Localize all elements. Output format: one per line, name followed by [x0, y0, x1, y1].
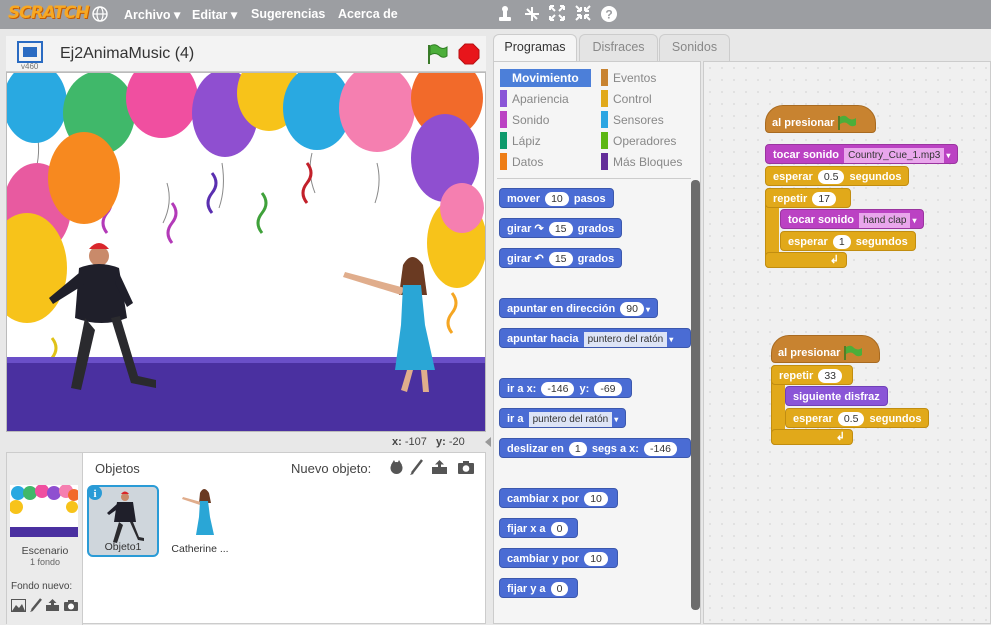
repeat-footer: ↲ [765, 252, 847, 268]
category-control[interactable]: Control [601, 90, 696, 108]
loop-arrow-icon: ↲ [829, 254, 839, 266]
category-mas-bloques[interactable]: Más Bloques [601, 153, 696, 171]
tab-programas[interactable]: Programas [493, 34, 577, 62]
objeto1-thumbnail [107, 491, 144, 543]
stage-header: v460 Ej2AnimaMusic (4) [6, 36, 486, 72]
backdrop-count: 1 fondo [29, 557, 61, 567]
block-girar-izquierda[interactable]: girar ↶ 15 grados [499, 248, 623, 268]
block-esperar[interactable]: esperar 0.5 segundos [765, 166, 910, 186]
stage-canvas[interactable] [6, 72, 486, 432]
tab-sonidos[interactable]: Sonidos [659, 34, 730, 61]
sprite-tile-catherine[interactable]: Catherine ... [164, 485, 236, 557]
block-siguiente-disfraz[interactable]: siguiente disfraz [785, 386, 888, 406]
sprite-library-icon[interactable] [388, 459, 405, 476]
stage-label: Escenario [21, 545, 69, 557]
mouse-coordinates: x: -107 y: -20 [392, 436, 465, 448]
repeat-footer-2: ↲ [771, 429, 853, 445]
block-esperar-inner[interactable]: esperar 1 segundos [780, 231, 916, 251]
cut-scissors-icon[interactable] [523, 5, 541, 23]
rotate-left-icon: ↶ [534, 253, 544, 265]
upload-icon[interactable] [45, 598, 60, 612]
stage-thumbnail[interactable] [10, 485, 78, 537]
menu-sugerencias[interactable]: Sugerencias [251, 7, 325, 21]
help-icon[interactable]: ? [600, 5, 618, 23]
version-label: v460 [21, 62, 39, 71]
stop-icon[interactable] [458, 43, 480, 65]
stage-thumbnail-column: Escenario 1 fondo Fondo nuevo: [7, 453, 83, 625]
top-menu-bar: SCRATCH Archivo ▾ Editar ▾ Sugerencias A… [0, 0, 991, 29]
menu-acerca-de[interactable]: Acerca de [338, 7, 398, 21]
block-fijar-y[interactable]: fijar y a 0 [499, 578, 579, 598]
block-cambiar-x[interactable]: cambiar x por 10 [499, 488, 618, 508]
palette-scrollbar[interactable] [691, 180, 700, 610]
category-sonido[interactable]: Sonido [500, 111, 591, 129]
block-apuntar-hacia[interactable]: apuntar hacia puntero del ratón ▾ [499, 328, 691, 348]
sprite-name: Catherine ... [171, 543, 229, 555]
new-backdrop-label: Fondo nuevo: [11, 581, 73, 592]
paint-brush-icon[interactable] [29, 598, 43, 613]
info-icon[interactable]: i [87, 485, 103, 501]
green-flag-icon [844, 345, 863, 360]
new-sprite-label: Nuevo objeto: [291, 461, 372, 476]
hat-when-flag-clicked[interactable]: al presionar [765, 105, 876, 133]
category-movimiento[interactable]: Movimiento [500, 69, 591, 87]
block-fijar-x[interactable]: fijar x a 0 [499, 518, 579, 538]
fullscreen-icon[interactable] [17, 41, 43, 63]
scratch-logo[interactable]: SCRATCH [8, 3, 90, 25]
sprites-pane: Escenario 1 fondo Fondo nuevo: Objetos N… [6, 452, 486, 625]
catherine-thumbnail [182, 489, 214, 535]
sprite-tile-objeto1[interactable]: i Objeto1 [87, 485, 159, 557]
rotate-right-icon: ↷ [534, 223, 544, 235]
grow-icon[interactable] [549, 5, 565, 21]
camera-sprite-icon[interactable] [457, 460, 475, 475]
block-ir-a-xy[interactable]: ir a x: -146 y: -69 [499, 378, 632, 398]
block-esperar-2[interactable]: esperar 0.5 segundos [785, 408, 930, 428]
globe-icon[interactable] [92, 6, 108, 22]
category-sensores[interactable]: Sensores [601, 111, 696, 129]
block-mover-pasos[interactable]: mover 10 pasos [499, 188, 614, 208]
category-lapiz[interactable]: Lápiz [500, 132, 591, 150]
green-flag-icon [838, 115, 857, 130]
svg-text:i: i [93, 488, 96, 500]
svg-text:?: ? [605, 8, 612, 22]
tab-disfraces[interactable]: Disfraces [579, 34, 658, 61]
camera-icon[interactable] [63, 599, 79, 612]
green-flag-icon[interactable] [426, 43, 448, 65]
duplicate-stamp-icon[interactable] [497, 5, 513, 23]
stage-backdrop [7, 73, 485, 431]
block-apuntar-direccion[interactable]: apuntar en dirección 90 ▾ [499, 298, 658, 318]
shrink-icon[interactable] [575, 5, 591, 21]
block-tocar-sonido[interactable]: tocar sonido Country_Cue_1.mp3 ▾ [765, 144, 959, 164]
category-datos[interactable]: Datos [500, 153, 591, 171]
backdrop-library-icon[interactable] [11, 599, 26, 612]
menu-editar[interactable]: Editar ▾ [192, 7, 237, 22]
block-repetir[interactable]: repetir 17 [765, 188, 851, 208]
palette-divider [497, 178, 691, 179]
block-repetir-2[interactable]: repetir 33 [771, 365, 853, 385]
category-apariencia[interactable]: Apariencia [500, 90, 591, 108]
block-ir-a[interactable]: ir a puntero del ratón ▾ [499, 408, 627, 428]
loop-arrow-icon: ↲ [835, 431, 845, 443]
mouse-y-value: -20 [448, 436, 465, 448]
sprites-label: Objetos [95, 461, 140, 476]
hat-when-flag-clicked-2[interactable]: al presionar [771, 335, 880, 363]
sprite-name: Objeto1 [104, 541, 142, 553]
block-deslizar[interactable]: deslizar en 1 segs a x: -146 [499, 438, 691, 458]
upload-sprite-icon[interactable] [431, 459, 448, 475]
block-girar-derecha[interactable]: girar ↷ 15 grados [499, 218, 623, 238]
mouse-x-value: -107 [404, 436, 427, 448]
collapse-arrow-icon[interactable] [484, 436, 492, 448]
paint-new-sprite-icon[interactable] [409, 459, 424, 476]
block-cambiar-y[interactable]: cambiar y por 10 [499, 548, 618, 568]
block-tocar-sonido-inner[interactable]: tocar sonido hand clap ▾ [780, 209, 925, 229]
project-title[interactable]: Ej2AnimaMusic (4) [60, 45, 194, 63]
category-operadores[interactable]: Operadores [601, 132, 696, 150]
category-eventos[interactable]: Eventos [601, 69, 696, 87]
menu-archivo[interactable]: Archivo ▾ [124, 7, 180, 22]
